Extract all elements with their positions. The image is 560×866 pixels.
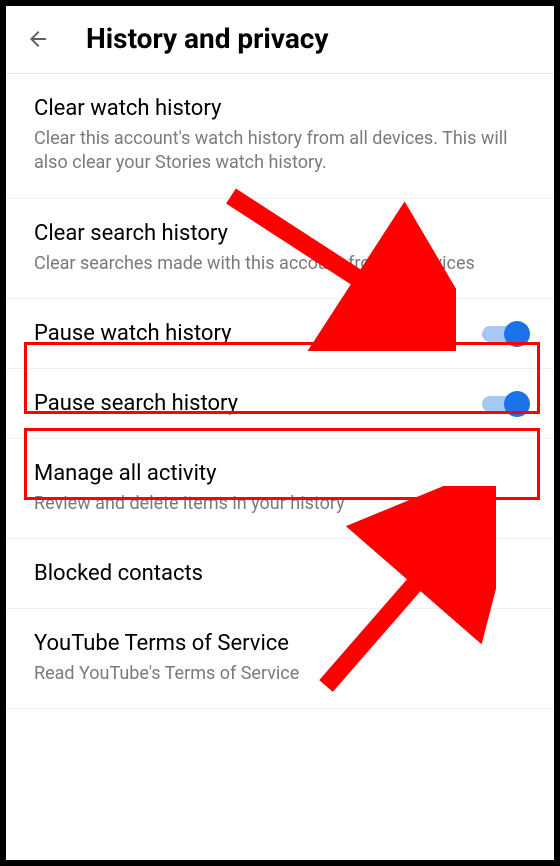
item-title: Pause search history xyxy=(34,391,238,416)
pause-search-toggle[interactable] xyxy=(482,391,526,415)
blocked-contacts-item[interactable]: Blocked contacts xyxy=(6,539,554,609)
item-title: Blocked contacts xyxy=(34,561,526,586)
item-title: YouTube Terms of Service xyxy=(34,631,526,656)
app-screen: History and privacy Clear watch history … xyxy=(0,0,560,866)
header-bar: History and privacy xyxy=(6,6,554,74)
back-arrow-icon[interactable] xyxy=(26,27,50,51)
item-title: Pause watch history xyxy=(34,321,232,346)
clear-watch-history-item[interactable]: Clear watch history Clear this account's… xyxy=(6,74,554,199)
item-desc: Review and delete items in your history xyxy=(34,492,526,516)
page-title: History and privacy xyxy=(86,22,329,55)
toggle-thumb xyxy=(504,391,530,417)
pause-watch-toggle[interactable] xyxy=(482,321,526,345)
item-title: Manage all activity xyxy=(34,461,526,486)
item-title: Clear search history xyxy=(34,221,526,246)
item-desc: Read YouTube's Terms of Service xyxy=(34,662,526,686)
item-desc: Clear searches made with this account fr… xyxy=(34,252,526,276)
clear-search-history-item[interactable]: Clear search history Clear searches made… xyxy=(6,199,554,299)
pause-search-history-item[interactable]: Pause search history xyxy=(6,369,554,439)
item-title: Clear watch history xyxy=(34,96,526,121)
manage-all-activity-item[interactable]: Manage all activity Review and delete it… xyxy=(6,439,554,539)
item-desc: Clear this account's watch history from … xyxy=(34,127,526,176)
toggle-thumb xyxy=(504,321,530,347)
youtube-terms-item[interactable]: YouTube Terms of Service Read YouTube's … xyxy=(6,609,554,709)
pause-watch-history-item[interactable]: Pause watch history xyxy=(6,299,554,369)
